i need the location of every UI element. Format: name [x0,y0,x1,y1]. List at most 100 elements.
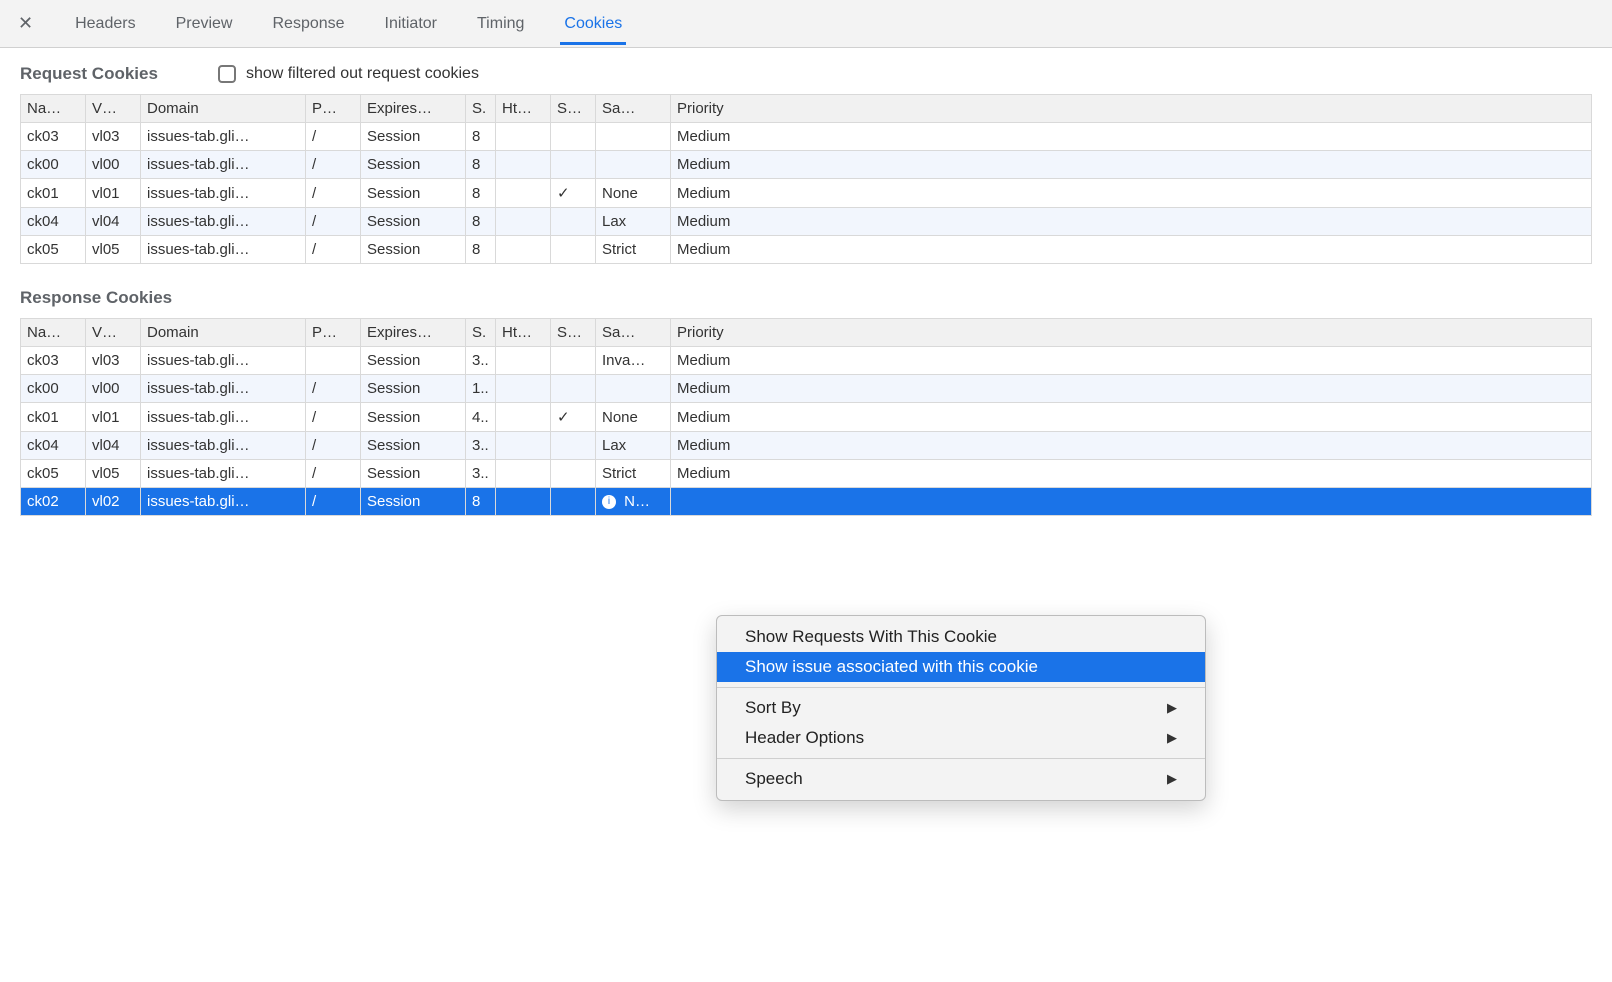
cell-domain[interactable]: issues-tab.gli… [141,236,306,264]
col-priority[interactable]: Priority [671,95,1592,123]
tab-initiator[interactable]: Initiator [381,3,441,45]
cell-priority[interactable] [671,488,1592,516]
cell-httponly[interactable] [496,375,551,403]
cell-name[interactable]: ck01 [21,403,86,432]
cell-size[interactable]: 3.. [466,460,496,488]
table-row[interactable]: ck03vl03issues-tab.gli…/Session8Medium [21,123,1592,151]
cell-httponly[interactable] [496,403,551,432]
cell-name[interactable]: ck04 [21,208,86,236]
tab-cookies[interactable]: Cookies [560,3,626,45]
col-samesite[interactable]: Sa… [596,95,671,123]
cell-secure[interactable]: ✓ [551,403,596,432]
cell-name[interactable]: ck04 [21,432,86,460]
cell-expires[interactable]: Session [361,403,466,432]
tab-response[interactable]: Response [268,3,348,45]
menu-header-options[interactable]: Header Options ▶ [717,723,1205,753]
col-httponly[interactable]: Ht… [496,95,551,123]
cell-path[interactable]: / [306,236,361,264]
cell-size[interactable]: 4.. [466,403,496,432]
col-samesite[interactable]: Sa… [596,319,671,347]
cell-domain[interactable]: issues-tab.gli… [141,488,306,516]
col-path[interactable]: P… [306,319,361,347]
cell-size[interactable]: 8 [466,151,496,179]
show-filtered-checkbox-wrap[interactable]: show filtered out request cookies [218,65,479,83]
cell-size[interactable]: 3.. [466,347,496,375]
col-expires[interactable]: Expires… [361,319,466,347]
col-secure[interactable]: S… [551,319,596,347]
tab-headers[interactable]: Headers [71,3,139,45]
cell-samesite[interactable]: Strict [596,460,671,488]
col-secure[interactable]: S… [551,95,596,123]
col-domain[interactable]: Domain [141,319,306,347]
menu-show-issue-with-cookie[interactable]: Show issue associated with this cookie [717,652,1205,682]
cell-httponly[interactable] [496,208,551,236]
cell-name[interactable]: ck01 [21,179,86,208]
cell-secure[interactable] [551,208,596,236]
cell-secure[interactable] [551,347,596,375]
cell-expires[interactable]: Session [361,375,466,403]
cell-expires[interactable]: Session [361,236,466,264]
col-path[interactable]: P… [306,95,361,123]
cell-value[interactable]: vl00 [86,151,141,179]
cell-name[interactable]: ck03 [21,123,86,151]
cell-path[interactable]: / [306,375,361,403]
cell-priority[interactable]: Medium [671,236,1592,264]
cell-path[interactable]: / [306,432,361,460]
cell-name[interactable]: ck03 [21,347,86,375]
cell-name[interactable]: ck02 [21,488,86,516]
cell-priority[interactable]: Medium [671,375,1592,403]
cell-value[interactable]: vl03 [86,347,141,375]
cell-secure[interactable] [551,236,596,264]
cell-priority[interactable]: Medium [671,460,1592,488]
cell-samesite[interactable]: None [596,403,671,432]
table-row[interactable]: ck00vl00issues-tab.gli…/Session8Medium [21,151,1592,179]
col-httponly[interactable]: Ht… [496,319,551,347]
col-size[interactable]: S. [466,95,496,123]
cell-priority[interactable]: Medium [671,151,1592,179]
cell-value[interactable]: vl04 [86,208,141,236]
cell-size[interactable]: 8 [466,123,496,151]
table-header-row[interactable]: Na… V… Domain P… Expires… S. Ht… S… Sa… … [21,95,1592,123]
cell-path[interactable]: / [306,460,361,488]
table-row[interactable]: ck05vl05issues-tab.gli…/Session8StrictMe… [21,236,1592,264]
cell-path[interactable]: / [306,123,361,151]
cell-priority[interactable]: Medium [671,208,1592,236]
cell-domain[interactable]: issues-tab.gli… [141,151,306,179]
cell-domain[interactable]: issues-tab.gli… [141,375,306,403]
cell-samesite[interactable] [596,151,671,179]
cell-secure[interactable] [551,375,596,403]
col-domain[interactable]: Domain [141,95,306,123]
cell-httponly[interactable] [496,432,551,460]
cell-priority[interactable]: Medium [671,123,1592,151]
col-priority[interactable]: Priority [671,319,1592,347]
cell-path[interactable] [306,347,361,375]
cell-httponly[interactable] [496,151,551,179]
cell-secure[interactable] [551,432,596,460]
cell-httponly[interactable] [496,236,551,264]
col-name[interactable]: Na… [21,95,86,123]
cell-domain[interactable]: issues-tab.gli… [141,208,306,236]
col-name[interactable]: Na… [21,319,86,347]
cell-value[interactable]: vl03 [86,123,141,151]
cell-value[interactable]: vl00 [86,375,141,403]
cell-httponly[interactable] [496,460,551,488]
menu-speech[interactable]: Speech ▶ [717,764,1205,794]
table-row[interactable]: ck01vl01issues-tab.gli…/Session8✓NoneMed… [21,179,1592,208]
cell-priority[interactable]: Medium [671,403,1592,432]
menu-show-requests-with-cookie[interactable]: Show Requests With This Cookie [717,622,1205,652]
cell-path[interactable]: / [306,151,361,179]
cell-domain[interactable]: issues-tab.gli… [141,179,306,208]
request-cookies-table[interactable]: Na… V… Domain P… Expires… S. Ht… S… Sa… … [20,94,1592,264]
cell-domain[interactable]: issues-tab.gli… [141,403,306,432]
table-header-row[interactable]: Na… V… Domain P… Expires… S. Ht… S… Sa… … [21,319,1592,347]
cell-domain[interactable]: issues-tab.gli… [141,460,306,488]
cell-value[interactable]: vl02 [86,488,141,516]
cell-samesite[interactable]: None [596,179,671,208]
cell-expires[interactable]: Session [361,151,466,179]
cell-samesite[interactable]: Lax [596,432,671,460]
cell-size[interactable]: 1.. [466,375,496,403]
table-row[interactable]: ck00vl00issues-tab.gli…/Session1..Medium [21,375,1592,403]
col-expires[interactable]: Expires… [361,95,466,123]
cell-httponly[interactable] [496,347,551,375]
table-row[interactable]: ck04vl04issues-tab.gli…/Session3..LaxMed… [21,432,1592,460]
